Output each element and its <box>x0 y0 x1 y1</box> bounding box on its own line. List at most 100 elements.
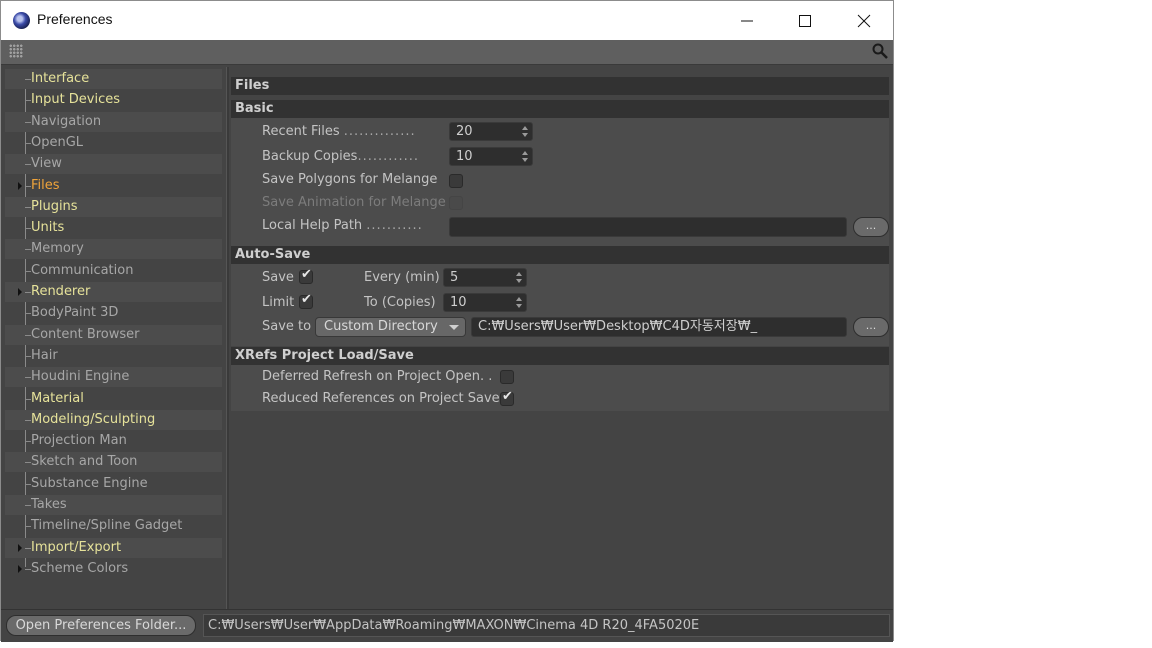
expand-arrow-icon[interactable] <box>18 181 22 190</box>
backup-copies-input[interactable]: 10 <box>449 147 533 166</box>
local-help-browse-button[interactable]: ... <box>853 217 889 237</box>
save-polygons-label: Save Polygons for Melange <box>262 172 438 187</box>
maximize-icon <box>799 15 811 27</box>
sidebar-item-import-export[interactable]: Import/Export <box>5 537 222 558</box>
sidebar-item-substance-engine[interactable]: Substance Engine <box>5 474 222 494</box>
sidebar-item-renderer[interactable]: Renderer <box>5 282 222 302</box>
to-copies-input[interactable]: 10 <box>443 293 527 312</box>
every-min-label: Every (min) <box>364 270 440 285</box>
sidebar-item-label: Plugins <box>31 198 78 214</box>
local-help-path-input[interactable] <box>449 217 847 237</box>
sidebar-item-files[interactable]: Files <box>5 176 222 196</box>
sidebar-item-label: Renderer <box>31 284 91 299</box>
limit-label: Limit <box>262 295 295 310</box>
sidebar-item-label: Units <box>31 220 65 236</box>
limit-checkbox[interactable]: ✔ <box>299 292 313 309</box>
group-header-xrefs: XRefs Project Load/Save <box>231 347 889 365</box>
chevron-down-icon <box>449 325 459 330</box>
sidebar-item-projection-man[interactable]: Projection Man <box>5 431 222 451</box>
sidebar-item-plugins[interactable]: Plugins <box>5 196 222 217</box>
recent-files-label: Recent Files .............. <box>262 124 416 139</box>
checkmark-icon: ✔ <box>502 389 513 404</box>
sidebar-item-hair[interactable]: Hair <box>5 346 222 366</box>
expand-arrow-icon[interactable] <box>18 288 22 296</box>
spinner-arrows-icon[interactable] <box>522 126 528 137</box>
spinner-arrows-icon[interactable] <box>516 297 522 308</box>
basic-group: Recent Files .............. 20 Backup Co… <box>231 118 889 250</box>
search-icon[interactable] <box>871 42 889 60</box>
panel-splitter[interactable] <box>226 67 229 609</box>
sidebar-item-content-browser[interactable]: Content Browser <box>5 324 222 345</box>
local-help-path-label: Local Help Path ........... <box>262 218 423 233</box>
sidebar-item-units[interactable]: Units <box>5 218 222 238</box>
sidebar-item-label: Import/Export <box>31 539 122 555</box>
preferences-window: Preferences Interface Input Devices Naviga… <box>0 0 894 642</box>
sidebar-item-timeline-spline-gadget[interactable]: Timeline/Spline Gadget <box>5 516 222 536</box>
autosave-group: Save ✔ Every (min) 5 Limit ✔ To (Copies)… <box>231 264 889 346</box>
sidebar-item-scheme-colors[interactable]: Scheme Colors <box>5 559 222 579</box>
reduced-references-label: Reduced References on Project Save <box>262 391 500 406</box>
recent-files-input[interactable]: 20 <box>449 122 533 141</box>
checkmark-icon: ✔ <box>301 292 312 307</box>
every-min-input[interactable]: 5 <box>443 268 527 287</box>
close-button[interactable] <box>835 1 893 40</box>
backup-copies-label: Backup Copies............ <box>262 149 420 164</box>
sidebar-item-label: View <box>31 156 62 172</box>
reduced-references-checkbox[interactable]: ✔ <box>500 389 514 406</box>
save-to-label: Save to <box>262 319 312 334</box>
sidebar-item-label: OpenGL <box>31 134 84 150</box>
sidebar-item-label: BodyPaint 3D <box>31 305 119 321</box>
minimize-icon <box>741 20 753 22</box>
sidebar-item-modeling-sculpting[interactable]: Modeling/Sculpting <box>5 409 222 430</box>
group-header-basic: Basic <box>231 100 889 118</box>
sidebar-item-houdini-engine[interactable]: Houdini Engine <box>5 367 222 388</box>
close-icon <box>857 14 871 28</box>
toolbar <box>1 40 893 65</box>
sidebar-item-label: Interface <box>31 71 90 86</box>
sidebar-item-view[interactable]: View <box>5 154 222 175</box>
save-to-dropdown[interactable]: Custom Directory <box>315 317 466 337</box>
section-title-files: Files <box>231 77 889 95</box>
preferences-sidebar: Interface Input Devices Navigation OpenGL Vi… <box>5 67 223 607</box>
expand-arrow-icon[interactable] <box>18 543 22 552</box>
open-preferences-folder-button[interactable]: Open Preferences Folder... <box>6 615 196 636</box>
spinner-arrows-icon[interactable] <box>516 272 522 283</box>
save-to-path-input[interactable]: C:₩Users₩User₩Desktop₩C4D자동저장₩_ <box>471 317 847 337</box>
sidebar-item-label: Sketch and Toon <box>31 454 138 470</box>
footer-bar: Open Preferences Folder... C:₩Users₩User… <box>1 609 893 642</box>
sidebar-item-input-devices[interactable]: Input Devices <box>5 90 222 110</box>
save-animation-checkbox[interactable] <box>449 196 463 210</box>
sidebar-item-sketch-and-toon[interactable]: Sketch and Toon <box>5 452 222 473</box>
sidebar-item-label: Modeling/Sculpting <box>31 411 156 427</box>
sidebar-item-memory[interactable]: Memory <box>5 239 222 260</box>
sidebar-item-interface[interactable]: Interface <box>5 69 222 89</box>
sidebar-item-label: Files <box>31 177 60 193</box>
sidebar-item-label: Memory <box>31 241 84 257</box>
sidebar-item-bodypaint-3d[interactable]: BodyPaint 3D <box>5 303 222 323</box>
save-animation-label: Save Animation for Melange <box>262 195 446 210</box>
sidebar-item-takes[interactable]: Takes <box>5 495 222 515</box>
sidebar-item-label: Timeline/Spline Gadget <box>31 518 183 534</box>
deferred-refresh-label: Deferred Refresh on Project Open. . <box>262 369 493 384</box>
minimize-button[interactable] <box>718 1 776 40</box>
sidebar-item-label: Projection Man <box>31 433 127 449</box>
checkmark-icon: ✔ <box>301 267 312 282</box>
deferred-refresh-checkbox[interactable] <box>500 370 514 384</box>
cinema4d-app-icon <box>13 12 30 29</box>
sidebar-item-label: Input Devices <box>31 92 121 108</box>
save-polygons-checkbox[interactable] <box>449 174 463 188</box>
autosave-save-checkbox[interactable]: ✔ <box>299 267 313 284</box>
sidebar-item-material[interactable]: Material <box>5 389 222 409</box>
maximize-button[interactable] <box>776 1 834 40</box>
expand-arrow-icon[interactable] <box>18 564 22 573</box>
sidebar-item-label: Navigation <box>31 113 102 129</box>
to-copies-label: To (Copies) <box>364 295 436 310</box>
sidebar-item-opengl[interactable]: OpenGL <box>5 133 222 153</box>
sidebar-item-label: Content Browser <box>31 326 140 342</box>
grip-handle-icon[interactable] <box>9 44 23 58</box>
sidebar-item-navigation[interactable]: Navigation <box>5 111 222 132</box>
title-bar: Preferences <box>1 1 893 40</box>
save-to-browse-button[interactable]: ... <box>853 317 889 337</box>
spinner-arrows-icon[interactable] <box>522 151 528 162</box>
sidebar-item-communication[interactable]: Communication <box>5 261 222 281</box>
